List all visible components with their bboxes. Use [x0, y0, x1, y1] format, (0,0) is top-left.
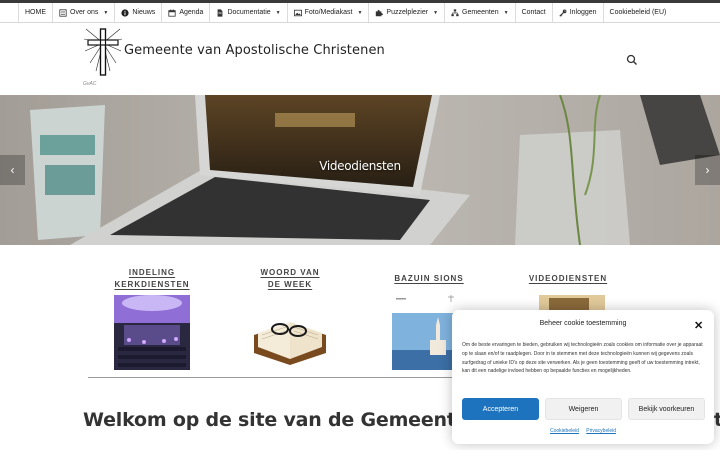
hero-title[interactable]: Videodiensten: [0, 159, 720, 173]
page: HOME Over ons ▼ Nieuws Agenda Documentati…: [0, 0, 720, 450]
nav-inloggen[interactable]: Inloggen: [553, 3, 604, 22]
nav-label: Inloggen: [569, 9, 597, 16]
card-woord-van-de-week-title[interactable]: WOORD VAN DE WEEK: [246, 267, 334, 291]
site-title[interactable]: Gemeente van Apostolische Christenen: [124, 43, 385, 58]
chevron-down-icon: ▼: [103, 9, 109, 16]
accept-button[interactable]: Accepteren: [462, 398, 539, 420]
cookie-dialog-links: Cookiebeleid Privacybeleid: [452, 428, 714, 434]
nav-label: Over ons: [70, 9, 99, 16]
card-bazuin-sions-title[interactable]: BAZUIN SIONS: [385, 273, 473, 285]
image-icon: [293, 9, 302, 16]
card-indeling-kerkdiensten-image[interactable]: [114, 295, 190, 370]
search-icon[interactable]: [626, 54, 638, 66]
document-icon: [218, 8, 223, 17]
nav-label: HOME: [25, 9, 46, 16]
chevron-down-icon: ▼: [357, 9, 363, 16]
card-title-line: DE WEEK: [267, 280, 313, 289]
card-videodiensten-image[interactable]: [539, 295, 605, 310]
puzzle-icon: [376, 9, 384, 16]
nav-foto-mediakast[interactable]: Foto/Mediakast ▼: [288, 3, 370, 22]
nav-contact[interactable]: Contact: [516, 3, 553, 22]
nav-label: Cookiebeleid (EU): [609, 9, 667, 16]
view-preferences-button[interactable]: Bekijk voorkeuren: [628, 398, 705, 420]
card-title-line: KERKDIENSTEN: [114, 280, 190, 289]
nav-over-ons[interactable]: Over ons ▼: [53, 3, 116, 22]
site-header: GvAC Gemeente van Apostolische Christene…: [0, 23, 720, 95]
top-navigation: HOME Over ons ▼ Nieuws Agenda Documentati…: [0, 0, 720, 23]
cookie-dialog-title: Beheer cookie toestemming: [539, 320, 627, 327]
card-title-line: VIDEODIENSTEN: [528, 274, 608, 283]
card-indeling-kerkdiensten-title[interactable]: INDELING KERKDIENSTEN: [108, 267, 196, 291]
key-icon: [559, 9, 567, 17]
nav-gemeenten[interactable]: Gemeenten ▼: [445, 3, 516, 22]
chevron-down-icon: ▼: [503, 9, 509, 16]
cookie-dialog-text: Om de beste ervaringen te bieden, gebrui…: [462, 342, 703, 375]
slider-next-button[interactable]: ›: [695, 155, 720, 185]
nav-label: Gemeenten: [462, 9, 499, 16]
info-icon: [121, 8, 129, 17]
card-videodiensten-title[interactable]: VIDEODIENSTEN: [524, 273, 612, 285]
card-woord-van-de-week-image[interactable]: [252, 295, 328, 370]
nav-label: Documentatie: [227, 9, 271, 16]
chevron-right-icon: ›: [705, 163, 710, 177]
nav-documentatie[interactable]: Documentatie ▼: [210, 3, 288, 22]
slider-prev-button[interactable]: ‹: [0, 155, 25, 185]
hero-slider[interactable]: Videodiensten ‹ ›: [0, 95, 720, 245]
logo-subtitle: GvAC: [83, 81, 97, 87]
nav-label: Agenda: [179, 9, 204, 16]
nav-label: Foto/Mediakast: [304, 9, 353, 16]
nav-home[interactable]: HOME: [18, 3, 53, 22]
nav-cookiebeleid[interactable]: Cookiebeleid (EU): [604, 3, 673, 22]
building-icon: [59, 8, 67, 17]
nav-label: Nieuws: [132, 9, 156, 16]
nav-nieuws[interactable]: Nieuws: [115, 3, 163, 22]
nav-puzzelplezier[interactable]: Puzzelplezier ▼: [369, 3, 446, 22]
chevron-left-icon: ‹: [10, 163, 15, 177]
cookie-consent-dialog: Beheer cookie toestemming ✕ Om de beste …: [452, 310, 714, 444]
card-title-line: BAZUIN SIONS: [394, 274, 464, 283]
nav-agenda[interactable]: Agenda: [162, 3, 211, 22]
sitemap-icon: [451, 8, 459, 16]
deny-button[interactable]: Weigeren: [545, 398, 622, 420]
close-icon[interactable]: ✕: [694, 319, 703, 332]
content-divider: [88, 377, 456, 378]
nav-label: Contact: [521, 9, 546, 16]
card-title-line: WOORD VAN: [260, 268, 320, 277]
chevron-down-icon: ▼: [433, 9, 439, 16]
calendar-icon: [168, 8, 176, 17]
privacy-policy-link[interactable]: Privacybeleid: [586, 428, 616, 434]
chevron-down-icon: ▼: [275, 9, 281, 16]
card-title-line: INDELING: [128, 268, 176, 277]
nav-label: Puzzelplezier: [386, 9, 429, 16]
cookie-policy-link[interactable]: Cookiebeleid: [550, 428, 579, 434]
